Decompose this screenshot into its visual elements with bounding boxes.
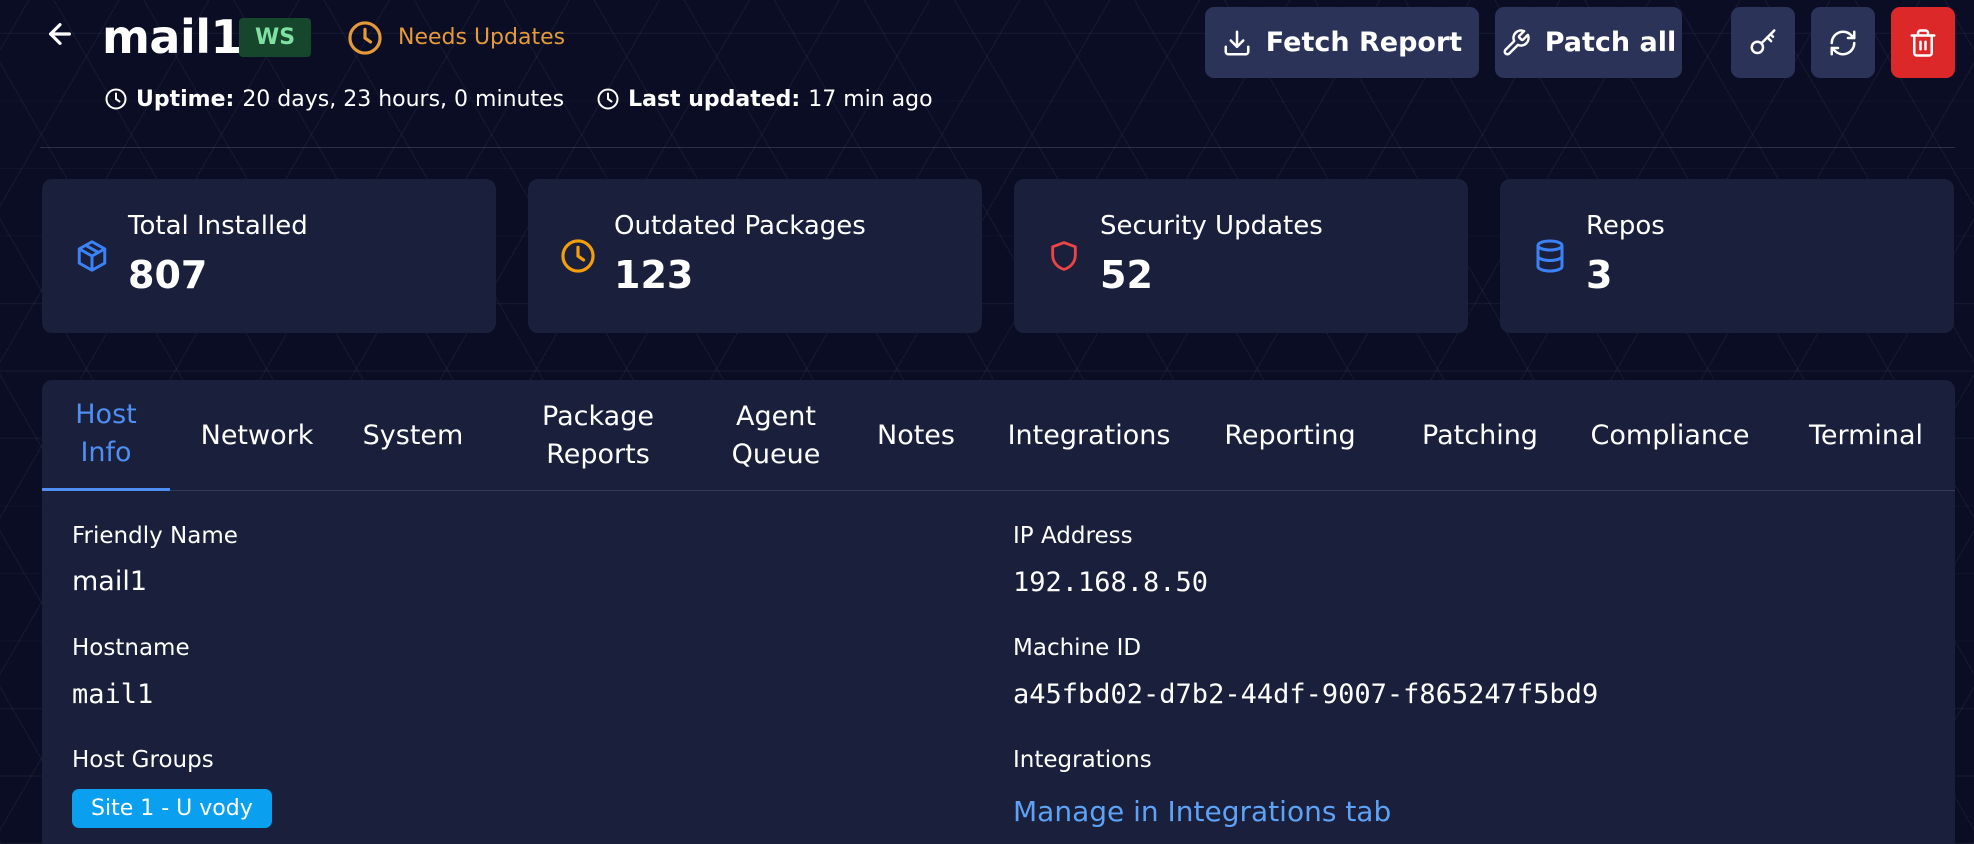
database-icon — [1530, 233, 1570, 279]
credentials-button[interactable] — [1731, 7, 1795, 78]
stat-value: 3 — [1586, 253, 1613, 297]
ip-address-label: IP Address — [1013, 523, 1133, 549]
stat-label: Total Installed — [128, 211, 308, 241]
tab-host-info[interactable]: Host Info — [42, 380, 170, 491]
patch-all-label: Patch all — [1544, 27, 1677, 58]
tab-bar: Host Info Network System Package Reports A… — [42, 380, 1955, 491]
uptime: Uptime: 20 days, 23 hours, 0 minutes — [104, 87, 564, 112]
header-divider — [40, 147, 1955, 148]
stat-value: 52 — [1100, 253, 1153, 297]
host-type-badge: WS — [239, 18, 312, 57]
tab-notes[interactable]: Notes — [866, 380, 966, 491]
wrench-icon — [1503, 28, 1530, 55]
fetch-report-button[interactable]: Fetch Report — [1205, 7, 1479, 78]
friendly-name-label: Friendly Name — [72, 523, 238, 549]
friendly-name-value[interactable]: mail1 — [72, 566, 147, 597]
shield-icon — [1044, 233, 1084, 279]
status-indicator: Needs Updates — [346, 18, 565, 57]
stat-value: 123 — [614, 253, 694, 297]
download-icon — [1224, 30, 1250, 55]
ip-address-value: 192.168.8.50 — [1013, 567, 1209, 598]
status-text: Needs Updates — [398, 25, 566, 50]
key-icon — [1750, 28, 1776, 54]
uptime-label: Uptime: — [136, 86, 235, 112]
tab-integrations[interactable]: Integrations — [1004, 380, 1174, 491]
refresh-icon — [1830, 30, 1856, 55]
machine-id-value: a45fbd02-d7b2-44df-9007-f865247f5bd9 — [1013, 679, 1599, 710]
back-button[interactable] — [40, 14, 80, 54]
tab-package-reports[interactable]: Package Reports — [524, 380, 672, 491]
stat-card-security-updates[interactable]: Security Updates 52 — [1014, 179, 1468, 333]
tab-network[interactable]: Network — [192, 380, 322, 491]
tab-reporting[interactable]: Reporting — [1216, 380, 1364, 491]
tab-compliance[interactable]: Compliance — [1582, 380, 1758, 491]
host-groups-label: Host Groups — [72, 747, 214, 773]
clock-icon — [558, 233, 598, 279]
delete-host-button[interactable] — [1891, 7, 1955, 78]
host-meta: Uptime: 20 days, 23 hours, 0 minutes Las… — [104, 82, 965, 116]
tab-agent-queue[interactable]: Agent Queue — [714, 380, 838, 491]
arrow-left-icon — [49, 23, 71, 45]
tab-terminal[interactable]: Terminal — [1798, 380, 1934, 491]
last-updated: Last updated: 17 min ago — [596, 87, 933, 112]
host-group-chip[interactable]: Site 1 - U vody — [72, 789, 272, 828]
integrations-label: Integrations — [1013, 747, 1152, 773]
trash-icon — [1910, 28, 1936, 57]
last-updated-value: 17 min ago — [808, 86, 933, 112]
hostname-label: Hostname — [72, 635, 190, 661]
clock-icon — [348, 20, 382, 55]
uptime-value: 20 days, 23 hours, 0 minutes — [242, 86, 565, 112]
stat-value: 807 — [128, 253, 208, 297]
tab-system[interactable]: System — [352, 380, 474, 491]
stat-label: Outdated Packages — [614, 211, 866, 241]
package-icon — [72, 233, 112, 279]
fetch-report-label: Fetch Report — [1265, 27, 1463, 58]
stat-label: Repos — [1586, 211, 1665, 241]
hostname-value: mail1 — [72, 679, 154, 710]
stat-card-repos[interactable]: Repos 3 — [1500, 179, 1954, 333]
page-title: mail1 — [102, 10, 243, 64]
machine-id-label: Machine ID — [1013, 635, 1142, 661]
stat-card-total-installed[interactable]: Total Installed 807 — [42, 179, 496, 333]
stat-card-outdated-packages[interactable]: Outdated Packages 123 — [528, 179, 982, 333]
stat-label: Security Updates — [1100, 211, 1323, 241]
clock-icon — [105, 88, 127, 110]
manage-integrations-link[interactable]: Manage in Integrations tab — [1013, 795, 1391, 828]
patch-all-button[interactable]: Patch all — [1495, 7, 1682, 78]
clock-icon — [597, 88, 619, 110]
tab-patching[interactable]: Patching — [1412, 380, 1548, 491]
last-updated-label: Last updated: — [628, 86, 801, 112]
refresh-button[interactable] — [1811, 7, 1875, 78]
